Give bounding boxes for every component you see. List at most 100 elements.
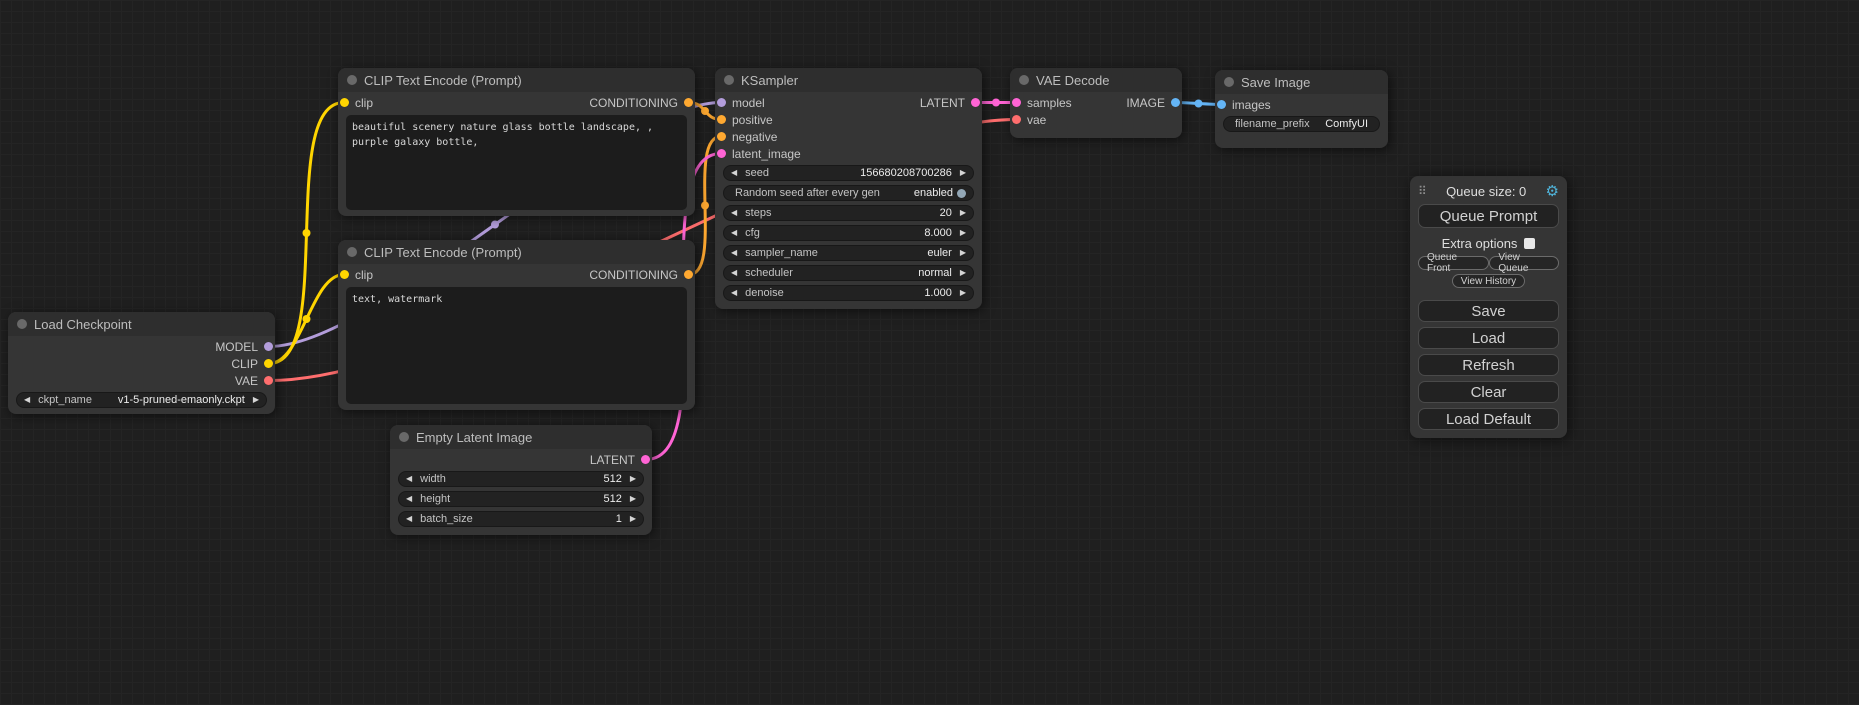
node-empty-latent-image[interactable]: Empty Latent Image LATENT ◀ width 512 ▶ … xyxy=(390,425,652,535)
denoise-widget[interactable]: ◀ denoise 1.000 ▶ xyxy=(723,285,974,301)
left-arrow-icon[interactable]: ◀ xyxy=(406,515,412,523)
collapse-dot-icon[interactable] xyxy=(347,75,357,85)
node-ksampler[interactable]: KSampler model LATENT positive xyxy=(715,68,982,309)
load-default-button[interactable]: Load Default xyxy=(1418,408,1559,430)
left-arrow-icon[interactable]: ◀ xyxy=(24,396,30,404)
left-arrow-icon[interactable]: ◀ xyxy=(731,269,737,277)
conditioning-output-slot[interactable] xyxy=(684,270,693,279)
left-arrow-icon[interactable]: ◀ xyxy=(406,495,412,503)
latent-image-input-slot[interactable] xyxy=(717,149,726,158)
node-clip-text-encode-negative[interactable]: CLIP Text Encode (Prompt) clip CONDITION… xyxy=(338,240,695,410)
left-arrow-icon[interactable]: ◀ xyxy=(731,209,737,217)
widget-value: enabled xyxy=(914,187,953,199)
filename-prefix-widget[interactable]: filename_prefix ComfyUI xyxy=(1223,116,1380,132)
vae-output-slot[interactable] xyxy=(264,376,273,385)
slot-row: positive xyxy=(715,111,982,128)
collapse-dot-icon[interactable] xyxy=(1019,75,1029,85)
view-history-button[interactable]: View History xyxy=(1452,274,1525,288)
clip-input-slot[interactable] xyxy=(340,270,349,279)
left-arrow-icon[interactable]: ◀ xyxy=(731,169,737,177)
right-arrow-icon[interactable]: ▶ xyxy=(960,269,966,277)
left-arrow-icon[interactable]: ◀ xyxy=(731,229,737,237)
node-title-bar: Save Image xyxy=(1215,70,1388,94)
images-input-slot[interactable] xyxy=(1217,100,1226,109)
toggle-indicator-icon[interactable] xyxy=(957,189,966,198)
right-arrow-icon[interactable]: ▶ xyxy=(960,169,966,177)
queue-front-button[interactable]: Queue Front xyxy=(1418,256,1489,270)
right-arrow-icon[interactable]: ▶ xyxy=(960,209,966,217)
load-button[interactable]: Load xyxy=(1418,327,1559,349)
ckpt-name-widget[interactable]: ◀ ckpt_name v1-5-pruned-emaonly.ckpt ▶ xyxy=(16,392,267,408)
queue-prompt-button[interactable]: Queue Prompt xyxy=(1418,204,1559,228)
vae-input-slot[interactable] xyxy=(1012,115,1021,124)
widget-value: normal xyxy=(918,267,952,279)
widget-label: seed xyxy=(745,167,769,179)
extra-options-checkbox[interactable] xyxy=(1524,238,1535,249)
node-clip-text-encode-positive[interactable]: CLIP Text Encode (Prompt) clip CONDITION… xyxy=(338,68,695,216)
settings-gear-icon[interactable]: ⚙ xyxy=(1546,184,1559,199)
image-output-slot[interactable] xyxy=(1171,98,1180,107)
collapse-dot-icon[interactable] xyxy=(347,247,357,257)
widget-label: height xyxy=(420,493,450,505)
collapse-dot-icon[interactable] xyxy=(724,75,734,85)
node-title: VAE Decode xyxy=(1036,73,1109,88)
widget-value: 1.000 xyxy=(924,287,952,299)
left-arrow-icon[interactable]: ◀ xyxy=(731,289,737,297)
clip-input-slot[interactable] xyxy=(340,98,349,107)
sampler-name-widget[interactable]: ◀ sampler_name euler ▶ xyxy=(723,245,974,261)
height-widget[interactable]: ◀ height 512 ▶ xyxy=(398,491,644,507)
batch-size-widget[interactable]: ◀ batch_size 1 ▶ xyxy=(398,511,644,527)
latent-output-slot[interactable] xyxy=(641,455,650,464)
seed-widget[interactable]: ◀ seed 156680208700286 ▶ xyxy=(723,165,974,181)
model-output-slot[interactable] xyxy=(264,342,273,351)
wire-midpoint-dot xyxy=(303,229,311,237)
slot-row: samples IMAGE xyxy=(1010,94,1182,111)
wire-midpoint-dot xyxy=(491,221,499,229)
node-title: Load Checkpoint xyxy=(34,317,132,332)
right-arrow-icon[interactable]: ▶ xyxy=(960,229,966,237)
cfg-widget[interactable]: ◀ cfg 8.000 ▶ xyxy=(723,225,974,241)
collapse-dot-icon[interactable] xyxy=(17,319,27,329)
model-input-slot[interactable] xyxy=(717,98,726,107)
drag-handle-icon[interactable]: ⠿ xyxy=(1418,184,1427,198)
left-arrow-icon[interactable]: ◀ xyxy=(731,249,737,257)
positive-prompt-textarea[interactable]: beautiful scenery nature glass bottle la… xyxy=(346,115,687,210)
positive-input-slot[interactable] xyxy=(717,115,726,124)
node-graph-canvas[interactable]: Load Checkpoint MODEL CLIP VAE xyxy=(0,0,1859,705)
steps-widget[interactable]: ◀ steps 20 ▶ xyxy=(723,205,974,221)
widget-label: denoise xyxy=(745,287,784,299)
view-history-row: View History xyxy=(1418,274,1559,288)
widget-value: ComfyUI xyxy=(1325,118,1368,130)
width-widget[interactable]: ◀ width 512 ▶ xyxy=(398,471,644,487)
scheduler-widget[interactable]: ◀ scheduler normal ▶ xyxy=(723,265,974,281)
collapse-dot-icon[interactable] xyxy=(1224,77,1234,87)
view-queue-button[interactable]: View Queue xyxy=(1489,256,1559,270)
left-arrow-icon[interactable]: ◀ xyxy=(406,475,412,483)
right-arrow-icon[interactable]: ▶ xyxy=(630,475,636,483)
right-arrow-icon[interactable]: ▶ xyxy=(253,396,259,404)
refresh-button[interactable]: Refresh xyxy=(1418,354,1559,376)
widget-value: 1 xyxy=(616,513,622,525)
output-label-clip: CLIP xyxy=(231,357,258,371)
wire-midpoint-dot xyxy=(303,315,311,323)
node-title: CLIP Text Encode (Prompt) xyxy=(364,245,522,260)
negative-input-slot[interactable] xyxy=(717,132,726,141)
clear-button[interactable]: Clear xyxy=(1418,381,1559,403)
random-seed-toggle-widget[interactable]: Random seed after every gen enabled xyxy=(723,185,974,201)
input-label-clip: clip xyxy=(355,96,373,110)
node-vae-decode[interactable]: VAE Decode samples IMAGE vae xyxy=(1010,68,1182,138)
negative-prompt-textarea[interactable]: text, watermark xyxy=(346,287,687,404)
node-load-checkpoint[interactable]: Load Checkpoint MODEL CLIP VAE xyxy=(8,312,275,414)
samples-input-slot[interactable] xyxy=(1012,98,1021,107)
slot-row: CLIP xyxy=(8,355,275,372)
latent-output-slot[interactable] xyxy=(971,98,980,107)
clip-output-slot[interactable] xyxy=(264,359,273,368)
node-save-image[interactable]: Save Image images filename_prefix ComfyU… xyxy=(1215,70,1388,148)
collapse-dot-icon[interactable] xyxy=(399,432,409,442)
conditioning-output-slot[interactable] xyxy=(684,98,693,107)
right-arrow-icon[interactable]: ▶ xyxy=(960,249,966,257)
right-arrow-icon[interactable]: ▶ xyxy=(630,495,636,503)
right-arrow-icon[interactable]: ▶ xyxy=(960,289,966,297)
save-button[interactable]: Save xyxy=(1418,300,1559,322)
right-arrow-icon[interactable]: ▶ xyxy=(630,515,636,523)
